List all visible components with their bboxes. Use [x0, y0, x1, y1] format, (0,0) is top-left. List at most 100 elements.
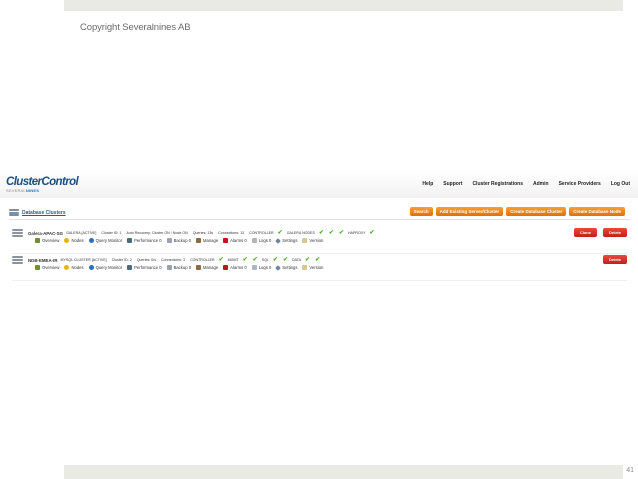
query-monitor-label: Query Monitor: [95, 238, 123, 243]
main-content: Database Clusters Search Add Existing Se…: [9, 207, 630, 297]
galera-nodes-label: GALERA NODES: [286, 231, 315, 235]
search-button[interactable]: Search: [409, 207, 433, 216]
cluster-type: MYSQL CLUSTER [ACTIVE]: [60, 258, 107, 262]
create-cluster-button[interactable]: Create Database Cluster: [506, 207, 567, 216]
clustercontrol-logo[interactable]: ClusterControl SEVERALNINES: [6, 176, 79, 193]
app-header: ClusterControl SEVERALNINES Help Support…: [0, 170, 638, 198]
connections: Connections: 3: [161, 258, 186, 262]
logs-link[interactable]: Logs 0: [251, 265, 271, 270]
delete-button[interactable]: Delete: [602, 255, 627, 264]
check-icon: ✔: [315, 256, 321, 263]
query-monitor-link[interactable]: Query Monitor: [88, 265, 123, 270]
add-existing-button[interactable]: Add Existing Server/Cluster: [435, 207, 504, 216]
haproxy-label: HAPROXY: [347, 231, 366, 235]
nodes-link[interactable]: Nodes: [64, 265, 84, 270]
backup-link[interactable]: Backup 0: [166, 238, 191, 243]
delete-button[interactable]: Delete: [602, 228, 627, 237]
version-icon: [302, 238, 308, 243]
query-monitor-link[interactable]: Query Monitor: [88, 238, 123, 243]
performance-label: Performance 0: [134, 265, 162, 270]
settings-label: Settings: [282, 265, 298, 270]
overview-icon: [35, 265, 40, 270]
nav-support[interactable]: Support: [443, 181, 462, 187]
check-icon: ✔: [369, 229, 375, 236]
nav-admin[interactable]: Admin: [533, 181, 549, 187]
query-monitor-icon: [88, 238, 94, 243]
nav-help[interactable]: Help: [422, 181, 433, 187]
manage-link[interactable]: Manage: [196, 238, 218, 243]
logs-icon: [251, 265, 257, 270]
overview-label: Overview: [42, 265, 60, 270]
backup-label: Backup 0: [173, 265, 192, 270]
cluster-type: GALERA [ACTIVE]: [66, 231, 97, 235]
clustercontrol-window: ClusterControl SEVERALNINES Help Support…: [0, 170, 638, 297]
section-title: Database Clusters: [9, 209, 66, 216]
nodes-label: Nodes: [71, 265, 84, 270]
alarms-label: Alarms 0: [230, 265, 247, 270]
query-monitor-label: Query Monitor: [95, 265, 123, 270]
version-link[interactable]: Version: [302, 238, 323, 243]
performance-label: Performance 0: [134, 238, 162, 243]
cluster-toolbar: Search Add Existing Server/Cluster Creat…: [409, 207, 625, 216]
version-icon: [302, 265, 308, 270]
backup-link[interactable]: Backup 0: [166, 265, 192, 270]
slide-top-bar: [64, 0, 623, 11]
clone-button[interactable]: Clone: [573, 228, 597, 237]
logo-title: ClusterControl: [6, 176, 79, 188]
alarms-link[interactable]: Alarms 0: [223, 265, 247, 270]
cluster-name[interactable]: Galera-APAC-SG: [28, 231, 63, 236]
version-link[interactable]: Version: [302, 265, 323, 270]
controller-label: CONTROLLER: [190, 258, 215, 262]
overview-link[interactable]: Overview: [35, 265, 59, 270]
create-node-button[interactable]: Create Database Node: [569, 207, 625, 216]
section-title-label[interactable]: Database Clusters: [22, 210, 66, 216]
queries: Queries: 0/s: [136, 258, 157, 262]
server-icon: [12, 256, 23, 264]
mgmt-label: MGMT: [227, 258, 239, 262]
check-icon: ✔: [252, 256, 258, 263]
alarms-link[interactable]: Alarms 0: [223, 238, 247, 243]
check-icon: ✔: [318, 229, 324, 236]
slide-bottom-bar: [64, 465, 623, 479]
performance-link[interactable]: Performance 0: [127, 265, 162, 270]
cluster-summary: Galera-APAC-SG GALERA [ACTIVE] Cluster I…: [12, 229, 380, 237]
nav-cluster-registrations[interactable]: Cluster Registrations: [472, 181, 523, 187]
query-monitor-icon: [88, 265, 94, 270]
overview-icon: [35, 238, 40, 243]
settings-link[interactable]: Settings: [275, 264, 298, 271]
auto-recovery: Auto Recovery: Cluster ON / Node ON: [126, 231, 188, 235]
nodes-label: Nodes: [71, 238, 84, 243]
version-label: Version: [309, 238, 324, 243]
manage-link[interactable]: Manage: [196, 265, 218, 270]
overview-link[interactable]: Overview: [35, 238, 59, 243]
settings-icon: [275, 264, 282, 271]
check-icon: ✔: [242, 256, 248, 263]
nodes-icon: [64, 265, 70, 270]
copyright-text: Copyright Severalnines AB: [80, 22, 191, 33]
backup-icon: [166, 238, 172, 243]
divider: [12, 280, 627, 281]
nodes-link[interactable]: Nodes: [64, 238, 84, 243]
logs-link[interactable]: Logs 0: [251, 238, 271, 243]
backup-icon: [166, 265, 172, 270]
performance-link[interactable]: Performance 0: [127, 238, 162, 243]
check-icon: ✔: [328, 229, 334, 236]
logo-sub-prefix: SEVERAL: [6, 188, 26, 193]
logs-icon: [251, 238, 257, 243]
settings-icon: [275, 237, 282, 244]
nav-log-out[interactable]: Log Out: [611, 181, 630, 187]
cluster-id: Cluster ID: 1: [101, 231, 122, 235]
cluster-name[interactable]: NDB-EMEA-IR: [28, 258, 58, 263]
settings-link[interactable]: Settings: [275, 237, 297, 244]
check-icon: ✔: [218, 256, 224, 263]
logo-subtitle: SEVERALNINES: [6, 188, 78, 193]
manage-icon: [196, 238, 202, 243]
cluster-actions: Overview Nodes Query Monitor Performance…: [35, 237, 328, 244]
check-icon: ✔: [277, 229, 283, 236]
alarms-icon: [223, 238, 229, 243]
manage-label: Manage: [203, 238, 219, 243]
manage-icon: [196, 265, 202, 270]
top-nav: Help Support Cluster Registrations Admin…: [422, 181, 630, 187]
divider: [12, 253, 627, 254]
nav-service-providers[interactable]: Service Providers: [559, 181, 601, 187]
